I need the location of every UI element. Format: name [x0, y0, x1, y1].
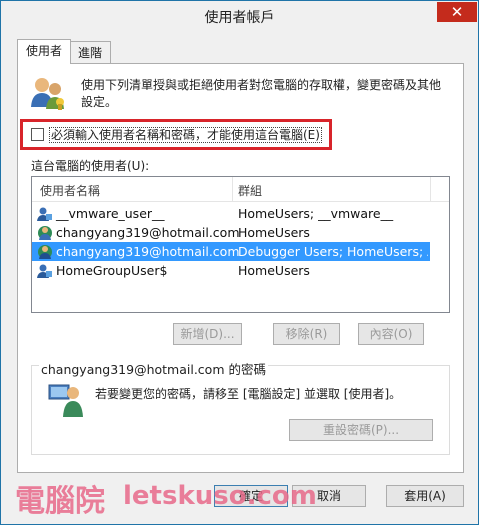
user-icon: [38, 226, 52, 240]
properties-button[interactable]: 內容(O): [358, 323, 424, 345]
user-group: HomeUsers: [238, 225, 310, 240]
user-group: HomeUsers; __vmware__: [238, 206, 394, 221]
users-list-label: 這台電腦的使用者(U):: [31, 159, 150, 173]
user-accounts-window: 使用者帳戶 ✕ 使用者 進階 使用下列清單授與或拒絕使用者對您電腦的存取權，變更…: [0, 0, 479, 525]
window-title: 使用者帳戶: [204, 10, 275, 26]
description-text: 使用下列清單授與或拒絕使用者對您電腦的存取權，變更密碼及其他設定。: [81, 78, 442, 109]
list-row-selected[interactable]: changyang319@hotmail.com Debugger Users;…: [32, 242, 430, 261]
users-icon: [31, 78, 64, 110]
user-name: changyang319@hotmail.com: [56, 244, 240, 259]
user-name: HomeGroupUser$: [56, 263, 168, 278]
user-name: changyang319@hotmail.com: [56, 225, 240, 240]
list-row[interactable]: changyang319@hotmail.com HomeUsers: [32, 223, 430, 242]
user-icon: [37, 207, 52, 221]
watermark-latin: letskuso.com: [123, 481, 317, 511]
watermark-cjk: 電腦院: [15, 484, 105, 519]
title-bar: 使用者帳戶 ✕: [1, 1, 478, 31]
column-header-group[interactable]: 群組: [238, 182, 262, 199]
users-list[interactable]: 使用者名稱 群組 __vmware_user__ HomeUsers; __vm…: [31, 176, 450, 313]
list-row[interactable]: __vmware_user__ HomeUsers; __vmware__: [32, 204, 430, 223]
column-divider: [430, 177, 431, 201]
list-header: 使用者名稱 群組: [32, 177, 449, 202]
remove-user-button[interactable]: 移除(R): [273, 323, 340, 345]
apply-button[interactable]: 套用(A): [386, 485, 464, 507]
password-group: [31, 365, 450, 455]
password-group-title: changyang319@hotmail.com 的密碼: [39, 359, 268, 378]
tab-users[interactable]: 使用者: [17, 39, 72, 64]
list-row[interactable]: HomeGroupUser$ HomeUsers: [32, 261, 430, 280]
column-header-name[interactable]: 使用者名稱: [40, 182, 100, 199]
user-icon: [38, 245, 52, 259]
user-group: HomeUsers: [238, 263, 310, 278]
column-divider: [232, 177, 233, 201]
user-name: __vmware_user__: [56, 206, 165, 221]
reset-password-button[interactable]: 重設密碼(P)...: [289, 419, 433, 441]
tab-advanced[interactable]: 進階: [69, 41, 112, 63]
annotation-highlight-box: [20, 119, 332, 150]
user-password-icon: [48, 384, 83, 417]
password-description: 若要變更您的密碼，請移至 [電腦設定] 並選取 [使用者]。: [95, 387, 402, 401]
user-icon: [37, 264, 52, 278]
user-group: Debugger Users; HomeUsers; A...: [238, 244, 428, 259]
add-user-button[interactable]: 新增(D)...: [173, 323, 242, 345]
close-button[interactable]: ✕: [437, 2, 477, 22]
